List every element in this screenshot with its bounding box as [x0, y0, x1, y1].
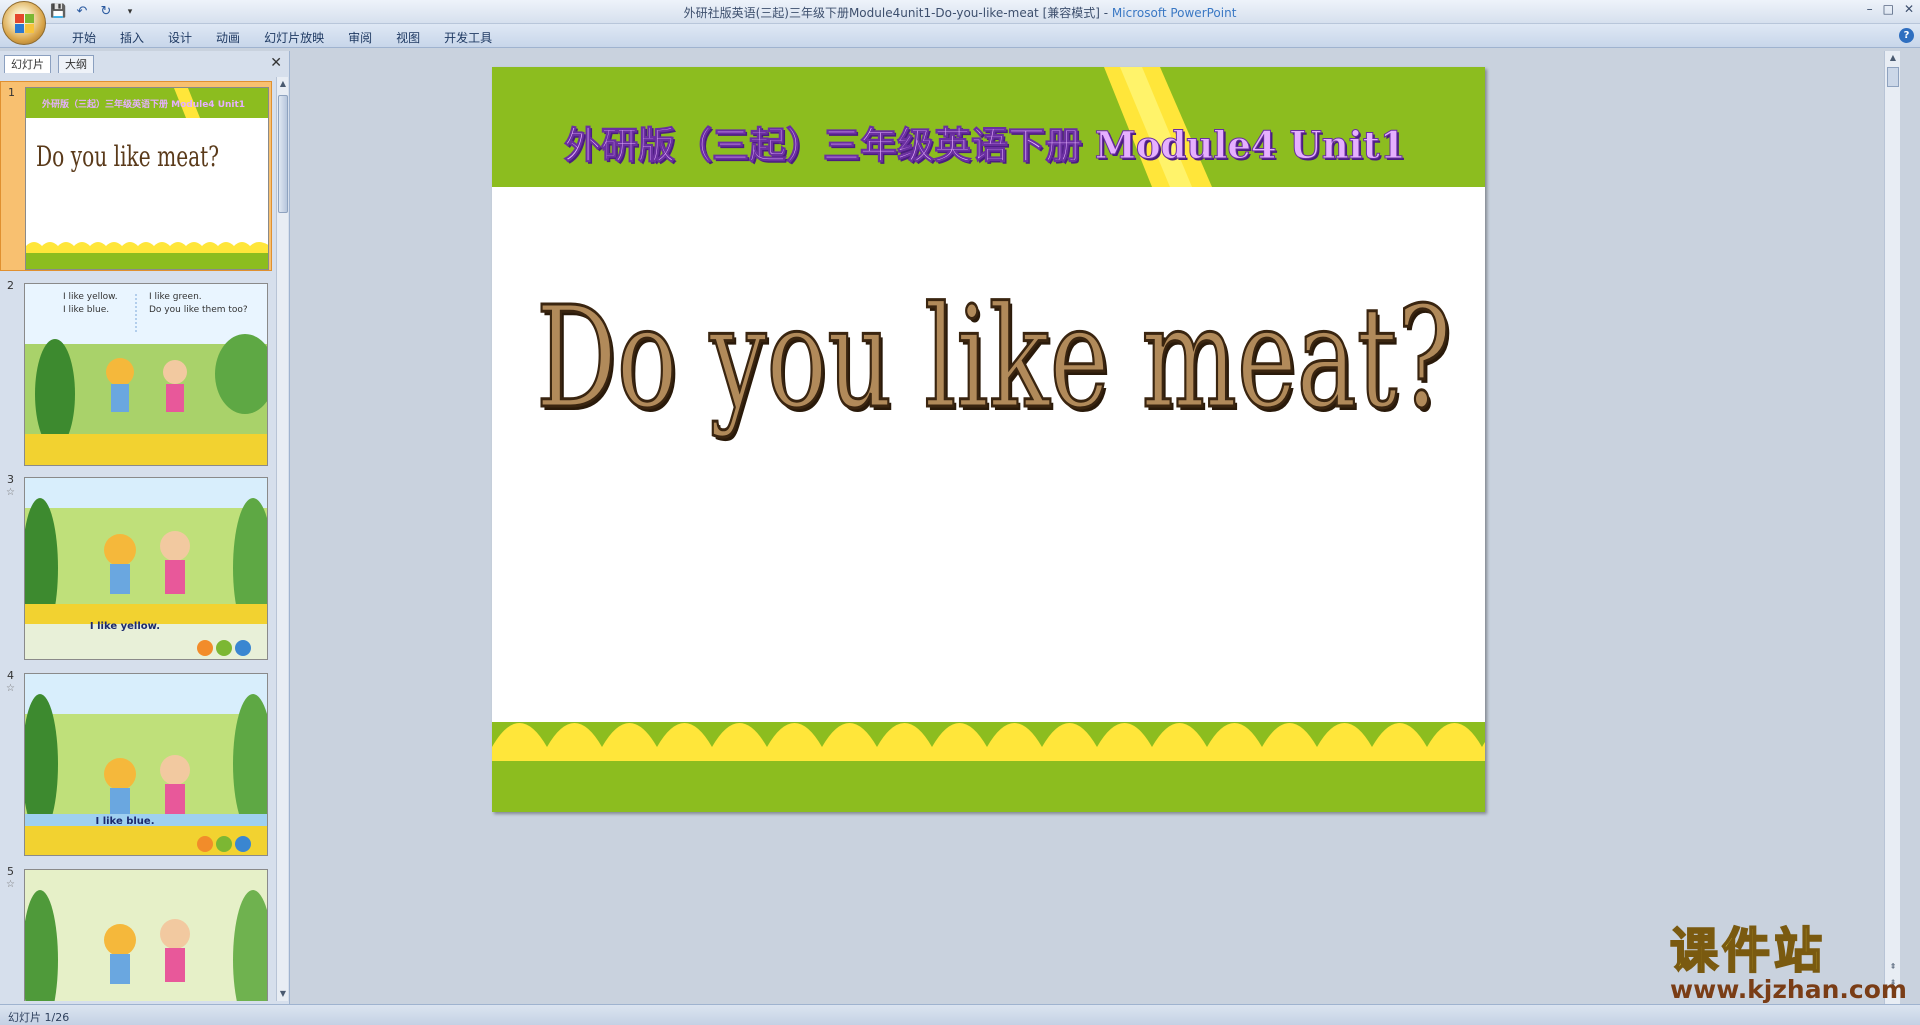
app-name: Microsoft PowerPoint	[1111, 6, 1237, 20]
watermark-logo: 课件站 www.kjzhan.com	[1669, 923, 1910, 1005]
animation-star-icon: ☆	[6, 683, 15, 694]
thumbnail-text: I like yellow.	[63, 292, 118, 302]
status-bar: 幻灯片 1/26	[0, 1004, 1920, 1025]
thumbnail-number: 5	[7, 865, 14, 878]
editor-scrollbar[interactable]: ▲ ⇞ ⇟	[1884, 51, 1900, 1004]
tab-outline[interactable]: 大纲	[58, 55, 94, 73]
slide-header-title[interactable]: 外研版（三起）三年级英语下册 Module4 Unit1	[564, 115, 1407, 169]
thumbnail-text: I like blue.	[63, 305, 110, 315]
animation-star-icon: ☆	[6, 487, 15, 498]
thumbnail-slide-3[interactable]: I like yellow.	[24, 477, 268, 660]
thumbnail-caption: I like yellow.	[89, 621, 161, 632]
animation-star-icon: ☆	[6, 879, 15, 890]
tab-design[interactable]: 设计	[156, 29, 204, 46]
thumbnail-3-art	[25, 478, 267, 659]
thumbnail-slide-5[interactable]	[24, 869, 268, 1001]
tab-animations[interactable]: 动画	[204, 29, 252, 46]
close-button[interactable]: ✕	[1904, 2, 1914, 16]
thumbnail-row-5[interactable]: 5 ☆	[0, 861, 272, 1001]
thumbnail-row-1[interactable]: 1 外研版（三起）三年级英语下册 Module4 Unit1 Do you li…	[0, 81, 272, 271]
tab-home[interactable]: 开始	[60, 29, 108, 46]
thumbnail-scrollbar[interactable]: ▲ ▼	[276, 77, 288, 1001]
thumbnail-number: 3	[7, 473, 14, 486]
thumbnail-slide-1[interactable]: 外研版（三起）三年级英语下册 Module4 Unit1 Do you like…	[25, 87, 269, 270]
ribbon: 开始 插入 设计 动画 幻灯片放映 审阅 视图 开发工具 ?	[0, 24, 1920, 48]
help-icon[interactable]: ?	[1899, 28, 1914, 43]
thumbnail-row-3[interactable]: 3 ☆ I like yellow.	[0, 469, 272, 660]
thumbnail-1-art	[26, 88, 268, 269]
panel-close-icon[interactable]: ✕	[270, 55, 282, 71]
thumbnail-list: 1 外研版（三起）三年级英语下册 Module4 Unit1 Do you li…	[0, 77, 272, 1001]
scrollbar-thumb[interactable]	[278, 95, 288, 213]
slide-counter: 幻灯片 1/26	[8, 1011, 70, 1024]
title-separator: -	[1099, 6, 1112, 20]
window-title: 外研社版英语(三起)三年级下册Module4unit1-Do-you-like-…	[0, 4, 1920, 21]
minimize-button[interactable]: –	[1867, 2, 1873, 16]
slide-editor: 外研版（三起）三年级英语下册 Module4 Unit1 Do you like…	[292, 51, 1900, 1004]
scroll-down-icon[interactable]: ▼	[277, 987, 289, 1001]
thumbnail-text: Do you like them too?	[149, 305, 248, 315]
document-title: 外研社版英语(三起)三年级下册Module4unit1-Do-you-like-…	[683, 6, 1100, 20]
thumbnail-5-art	[25, 870, 267, 1001]
thumbnail-slide-2[interactable]: I like yellow. I like blue. I like green…	[24, 283, 268, 466]
office-button[interactable]	[2, 1, 46, 45]
maximize-button[interactable]: □	[1883, 2, 1894, 16]
scroll-up-icon[interactable]: ▲	[1887, 51, 1899, 65]
thumbnail-row-4[interactable]: 4 ☆ I like blue.	[0, 665, 272, 856]
thumbnail-title: Do you like meat?	[36, 140, 220, 173]
thumbnail-header: 外研版（三起）三年级英语下册 Module4 Unit1	[42, 100, 246, 110]
thumbnail-row-2[interactable]: 2 I like yellow. I like blue. I like gre…	[0, 275, 272, 466]
thumbnail-number: 4	[7, 669, 14, 682]
office-logo-icon	[15, 14, 35, 34]
thumbnail-4-art	[25, 674, 267, 855]
tab-view[interactable]: 视图	[384, 29, 432, 46]
scroll-up-icon[interactable]: ▲	[277, 77, 289, 91]
ribbon-tabs: 开始 插入 设计 动画 幻灯片放映 审阅 视图 开发工具	[60, 29, 504, 46]
tab-slideshow[interactable]: 幻灯片放映	[252, 29, 336, 46]
tab-developer[interactable]: 开发工具	[432, 29, 504, 46]
thumbnail-number: 1	[8, 86, 15, 99]
watermark-text: 课件站	[1669, 923, 1827, 979]
slide-main-title[interactable]: Do you like meat?	[535, 280, 1452, 437]
scrollbar-thumb[interactable]	[1887, 67, 1899, 87]
panel-tabs: 幻灯片 大纲 ✕	[2, 53, 288, 73]
current-slide[interactable]: 外研版（三起）三年级英语下册 Module4 Unit1 Do you like…	[492, 67, 1485, 812]
tab-slides[interactable]: 幻灯片	[4, 55, 51, 73]
thumbnail-slide-4[interactable]: I like blue.	[24, 673, 268, 856]
watermark-url: www.kjzhan.com	[1670, 975, 1907, 1004]
thumbnail-caption: I like blue.	[95, 816, 155, 827]
title-bar: 💾 ↶ ↻ ▾ 外研社版英语(三起)三年级下册Module4unit1-Do-y…	[0, 0, 1920, 45]
window-controls: – □ ✕	[1867, 2, 1914, 16]
tab-insert[interactable]: 插入	[108, 29, 156, 46]
slides-panel: 幻灯片 大纲 ✕ 1 外研版（三起）三年级英语下册 Module4 Unit1 …	[0, 51, 290, 1004]
thumbnail-text: I like green.	[149, 292, 202, 302]
tab-review[interactable]: 审阅	[336, 29, 384, 46]
thumbnail-number: 2	[7, 279, 14, 292]
